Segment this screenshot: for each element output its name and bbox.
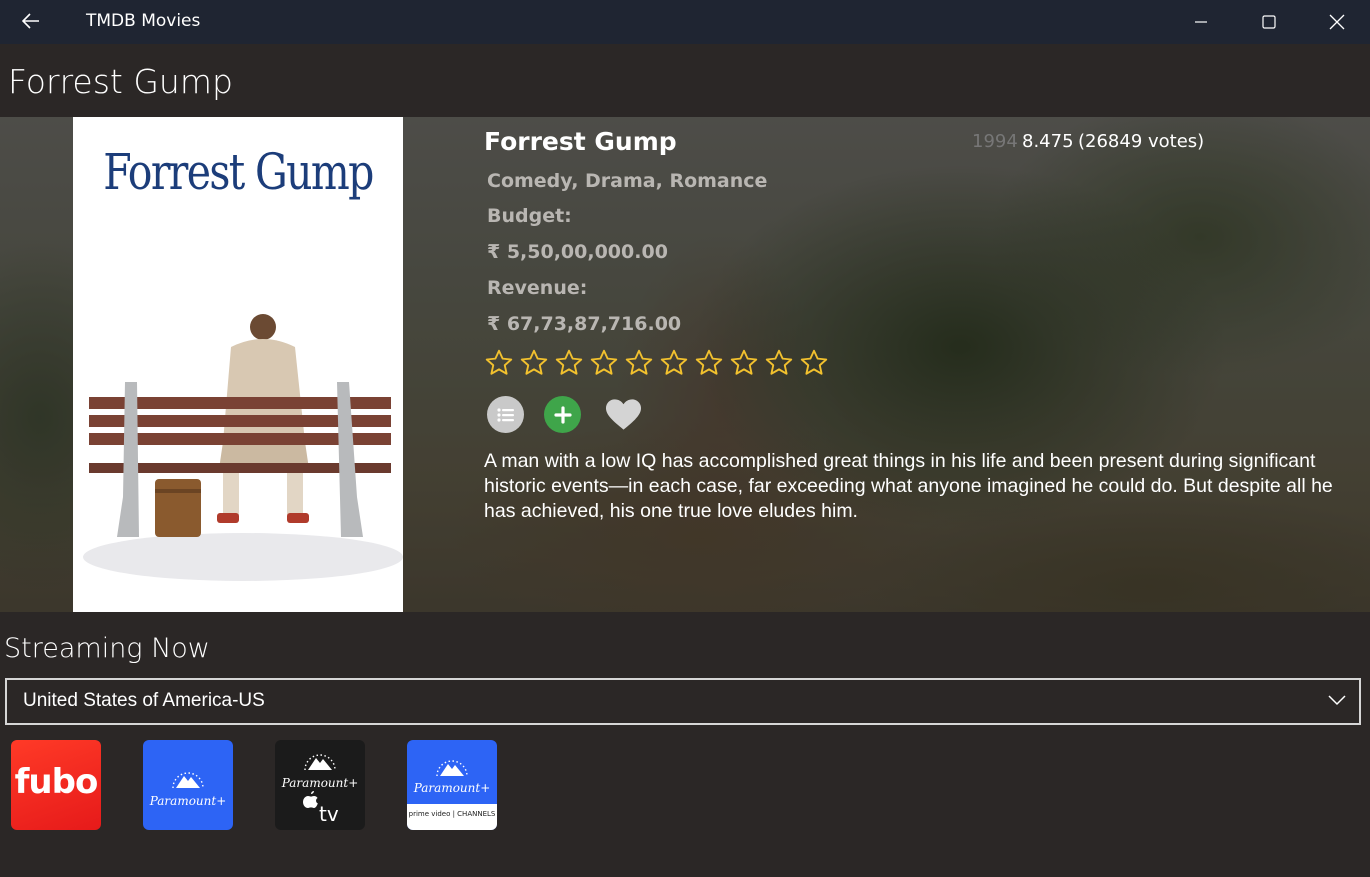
provider-fubo[interactable]: fubo (11, 740, 101, 830)
favorite-button[interactable] (605, 396, 642, 433)
provider-paramount-plus-label: Paramount+ (149, 794, 227, 808)
star-icon[interactable] (659, 348, 689, 378)
add-to-watchlist-button[interactable] (544, 396, 581, 433)
star-icon[interactable] (764, 348, 794, 378)
revenue-label: Revenue: (487, 277, 588, 299)
apple-logo-icon (303, 791, 318, 808)
add-to-list-button[interactable] (487, 396, 524, 433)
star-icon[interactable] (554, 348, 584, 378)
provider-paramount-plus[interactable]: Paramount+ (143, 740, 233, 830)
vote-count: (26849 votes) (1078, 131, 1205, 152)
maximize-button[interactable] (1236, 0, 1302, 44)
close-icon (1329, 14, 1345, 30)
back-arrow-icon (22, 13, 39, 29)
provider-fubo-logo: fubo (14, 762, 99, 802)
minimize-button[interactable] (1168, 0, 1234, 44)
paramount-mountain-icon (172, 772, 204, 789)
movie-hero: Forrest Gump Forrest Gump 1994 8.475 (26… (0, 117, 1370, 612)
page-title: Forrest Gump (8, 62, 233, 101)
minimize-icon (1195, 21, 1207, 23)
budget-label: Budget: (487, 205, 572, 227)
provider-paramount-plus-prime-video[interactable]: Paramount+ prime video | CHANNELS (407, 740, 497, 830)
poster-bench-illustration (83, 314, 403, 581)
release-year: 1994 (972, 131, 1018, 152)
prime-video-channels-strip: prime video | CHANNELS (407, 804, 497, 830)
movie-poster: Forrest Gump (73, 117, 403, 612)
star-icon[interactable] (624, 348, 654, 378)
provider-paramount-plus-label: Paramount+ (281, 776, 359, 790)
plus-icon (553, 405, 572, 424)
star-icon[interactable] (519, 348, 549, 378)
chevron-down-icon (1328, 695, 1346, 706)
title-bar: TMDB Movies (0, 0, 1370, 44)
rating-value: 8.475 (1022, 131, 1074, 152)
budget-value: ₹ 5,50,00,000.00 (487, 241, 668, 263)
revenue-value: ₹ 67,73,87,716.00 (487, 313, 682, 335)
star-icon[interactable] (484, 348, 514, 378)
streaming-section-title: Streaming Now (4, 633, 210, 664)
movie-title: Forrest Gump (484, 127, 677, 156)
region-selected-value: United States of America-US (23, 690, 265, 711)
provider-paramount-plus-apple-tv[interactable]: Paramount+ tv (275, 740, 365, 830)
back-button[interactable] (14, 6, 48, 36)
apple-tv-label: tv (319, 802, 339, 826)
heart-icon (605, 398, 642, 430)
movie-overview: A man with a low IQ has accomplished gre… (484, 450, 1333, 522)
star-icon[interactable] (799, 348, 829, 378)
provider-paramount-plus-label: Paramount+ (413, 781, 491, 795)
list-icon (496, 407, 514, 422)
genres: Comedy, Drama, Romance (487, 170, 768, 192)
star-icon[interactable] (694, 348, 724, 378)
star-rating-input[interactable] (484, 348, 829, 378)
close-button[interactable] (1304, 0, 1370, 44)
star-icon[interactable] (589, 348, 619, 378)
prime-video-channels-label: prime video | CHANNELS (408, 810, 496, 818)
star-icon[interactable] (729, 348, 759, 378)
region-dropdown[interactable]: United States of America-US (5, 678, 1361, 725)
app-title: TMDB Movies (86, 11, 201, 31)
maximize-icon (1262, 15, 1276, 29)
